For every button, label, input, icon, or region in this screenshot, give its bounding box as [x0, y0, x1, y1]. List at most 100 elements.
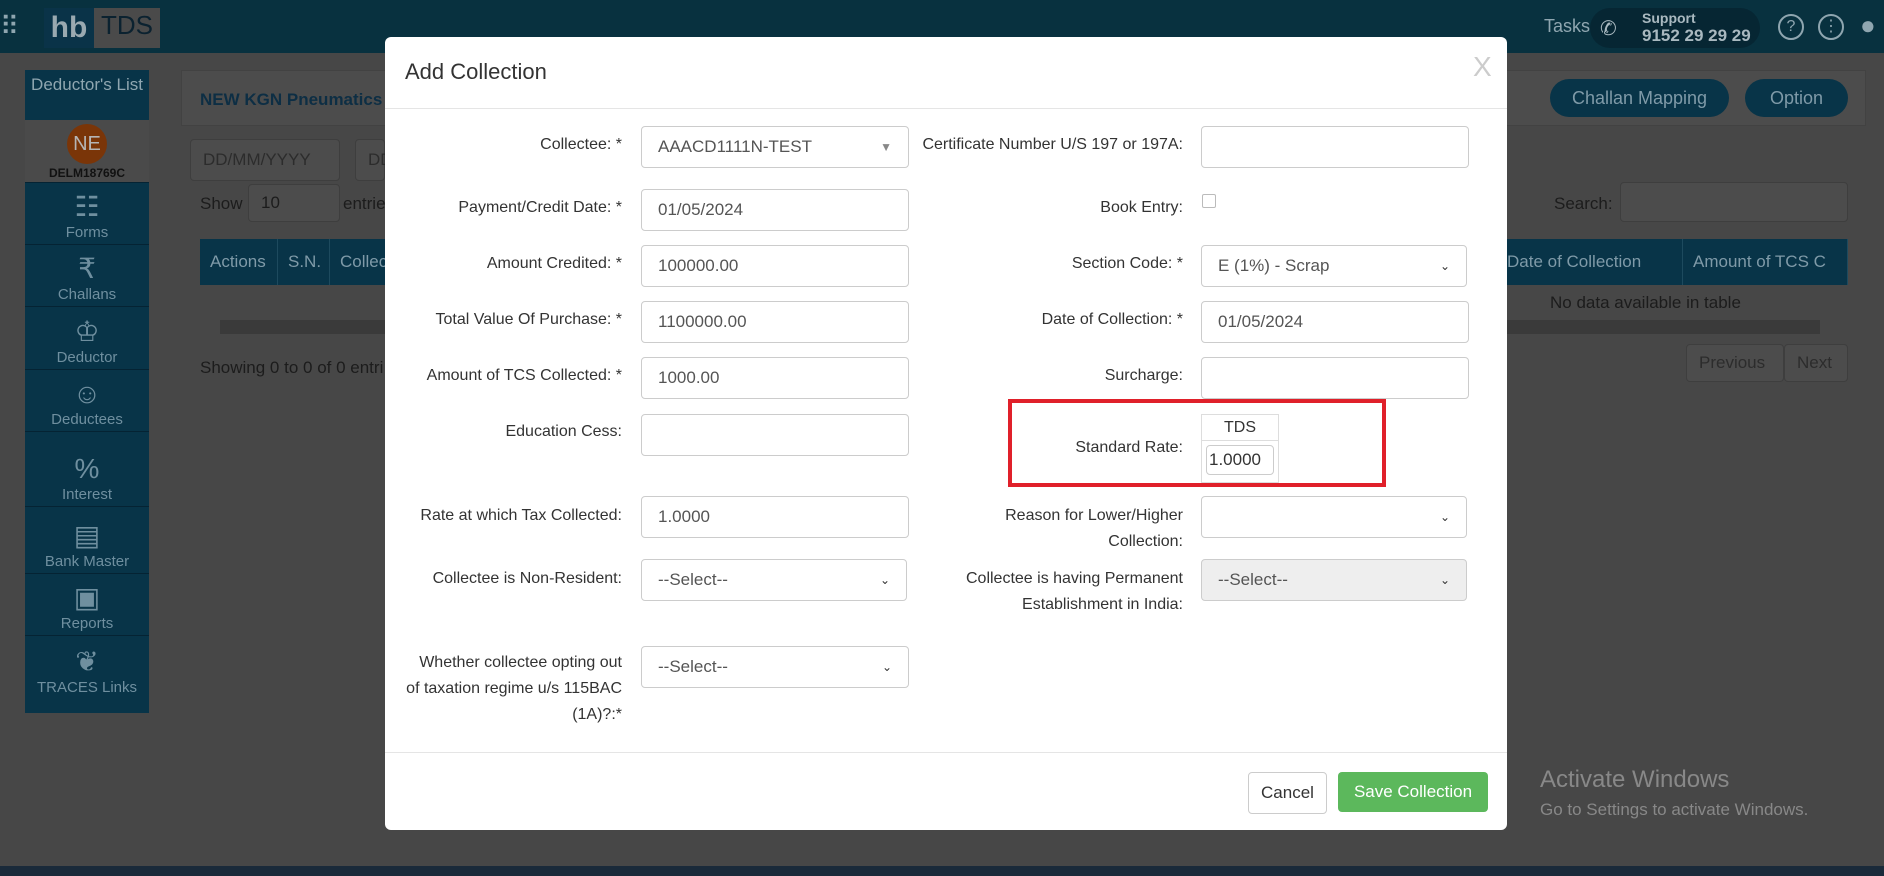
support-pill[interactable]: ✆ Support 9152 29 29 29 — [1590, 8, 1760, 48]
sidebar-item-label: Interest — [61, 486, 113, 503]
sidebar-item-bank-master[interactable]: ▤ Bank Master — [25, 506, 149, 573]
sidebar-item-interest[interactable]: % Interest — [25, 431, 149, 506]
more-vertical-icon[interactable]: ⋮ — [1818, 14, 1844, 40]
section-code-select[interactable]: E (1%) - Scrap ⌄ — [1201, 245, 1467, 287]
bank-icon: ▤ — [73, 520, 101, 551]
help-icon[interactable]: ? — [1778, 14, 1804, 40]
person-icon: ☺ — [72, 378, 102, 409]
surcharge-input[interactable] — [1201, 357, 1469, 399]
tasks-link[interactable]: Tasks — [1544, 16, 1590, 37]
empty-table-message: No data available in table — [1550, 293, 1741, 312]
previous-button[interactable]: Previous — [1686, 344, 1784, 382]
add-collection-modal: Add Collection X Collectee: * AAACD1111N… — [385, 37, 1507, 830]
logo[interactable]: hb TDS — [44, 8, 160, 48]
date-of-collection-input[interactable]: 01/05/2024 — [1201, 301, 1469, 343]
rate-collected-input[interactable]: 1.0000 — [641, 496, 909, 538]
permanent-establishment-label: Collectee is having Permanent Establishm… — [965, 570, 1183, 613]
collectee-label: Collectee: * — [540, 136, 622, 153]
apps-grid-icon[interactable]: ⠿ — [0, 12, 26, 40]
sidebar-item-label: Deductees — [51, 411, 123, 428]
surcharge-label: Surcharge: — [1104, 367, 1183, 384]
save-collection-button[interactable]: Save Collection — [1338, 772, 1488, 812]
column-date-of-collection[interactable]: Date of Collection — [1497, 239, 1683, 285]
activate-windows-title: Activate Windows — [1540, 766, 1730, 793]
clipboard-icon: ▣ — [73, 582, 101, 613]
chevron-down-icon: ⌄ — [881, 660, 892, 674]
book-entry-checkbox[interactable] — [1202, 194, 1216, 208]
sidebar-item-forms[interactable]: ☷ Forms — [25, 182, 149, 244]
challan-icon: ₹ — [78, 253, 96, 284]
sidebar-item-label: TRACES Links — [36, 679, 138, 696]
show-label: Show — [200, 194, 243, 213]
logo-tds: TDS — [94, 8, 160, 48]
collectee-combobox[interactable]: AAACD1111N-TEST ▼ — [641, 126, 909, 168]
collectee-value: AAACD1111N-TEST — [658, 137, 812, 156]
logo-hb: hb — [50, 11, 88, 44]
close-icon[interactable]: X — [1473, 51, 1492, 83]
column-actions[interactable]: Actions — [200, 239, 278, 285]
deductors-list-button[interactable]: Deductor's List — [25, 70, 149, 120]
phone-icon: ✆ — [1600, 18, 1617, 40]
section-code-label: Section Code: * — [1071, 255, 1183, 272]
sidebar-item-label: Deductor — [56, 349, 118, 366]
header-divider — [385, 108, 1507, 109]
showing-info: Showing 0 to 0 of 0 entri — [200, 358, 384, 377]
support-label: Support — [1642, 10, 1696, 26]
payment-date-label: Payment/Credit Date: * — [458, 199, 622, 216]
next-button[interactable]: Next — [1784, 344, 1848, 382]
activate-windows-subtitle: Go to Settings to activate Windows. — [1540, 800, 1809, 819]
entries-select[interactable]: 10 — [248, 184, 340, 222]
column-amount-of-tcs[interactable]: Amount of TCS C — [1683, 239, 1848, 285]
column-sn[interactable]: S.N. — [278, 239, 330, 285]
non-resident-value: --Select-- — [658, 570, 728, 589]
crown-icon: ♔ — [74, 316, 100, 347]
rate-collected-label: Rate at which Tax Collected: — [420, 507, 622, 524]
opting-out-select[interactable]: --Select-- ⌄ — [641, 646, 909, 688]
sidebar-item-reports[interactable]: ▣ Reports — [25, 573, 149, 635]
standard-rate-input[interactable]: 1.0000 — [1206, 445, 1274, 475]
option-button[interactable]: Option — [1745, 79, 1848, 117]
tcs-collected-label: Amount of TCS Collected: * — [426, 367, 622, 384]
sidebar-item-traces-links[interactable]: ❦ TRACES Links — [25, 635, 149, 699]
payment-date-input[interactable]: 01/05/2024 — [641, 189, 909, 231]
chevron-down-icon: ⌄ — [879, 573, 890, 587]
payment-date-value: 01/05/2024 — [658, 200, 744, 219]
cancel-button[interactable]: Cancel — [1248, 772, 1327, 814]
deductor-profile[interactable]: NE DELM18769C — [25, 120, 149, 182]
avatar: NE — [67, 124, 107, 164]
challan-mapping-button[interactable]: Challan Mapping — [1550, 79, 1729, 117]
footer-divider — [385, 752, 1507, 753]
taskbar — [0, 866, 1884, 876]
chevron-down-icon: ⌄ — [1439, 510, 1450, 524]
education-cess-label: Education Cess: — [505, 423, 622, 440]
sidebar-item-challans[interactable]: ₹ Challans — [25, 244, 149, 306]
to-date-input[interactable]: DD — [355, 139, 393, 181]
chevron-down-icon: ⌄ — [1439, 259, 1450, 273]
non-resident-select[interactable]: --Select-- ⌄ — [641, 559, 907, 601]
education-cess-input[interactable] — [641, 414, 909, 456]
reason-select[interactable]: ⌄ — [1201, 496, 1467, 538]
tcs-collected-input[interactable]: 1000.00 — [641, 357, 909, 399]
permanent-establishment-value: --Select-- — [1218, 570, 1288, 589]
standard-rate-table: TDS 1.0000 — [1201, 414, 1279, 483]
search-input[interactable] — [1620, 182, 1848, 222]
tds-column-header: TDS — [1202, 415, 1278, 441]
total-purchase-input[interactable]: 1100000.00 — [641, 301, 909, 343]
certificate-number-label: Certificate Number U/S 197 or 197A: — [922, 136, 1183, 153]
permanent-establishment-select[interactable]: --Select-- ⌄ — [1201, 559, 1467, 601]
support-phone: 9152 29 29 29 — [1642, 26, 1751, 45]
from-date-input[interactable]: DD/MM/YYYY — [190, 139, 340, 181]
section-code-value: E (1%) - Scrap — [1218, 256, 1330, 275]
certificate-number-input[interactable] — [1201, 126, 1469, 168]
date-of-collection-label: Date of Collection: * — [1041, 311, 1183, 328]
money-bag-icon: % — [74, 453, 100, 484]
traces-icon: ❦ — [75, 646, 99, 677]
sidebar-item-deductor[interactable]: ♔ Deductor — [25, 306, 149, 369]
amount-credited-input[interactable]: 100000.00 — [641, 245, 909, 287]
amount-credited-value: 100000.00 — [658, 256, 739, 275]
breadcrumb[interactable]: NEW KGN Pneumatics > — [200, 90, 397, 110]
total-purchase-value: 1100000.00 — [658, 312, 747, 331]
sidebar-item-deductees[interactable]: ☺ Deductees — [25, 369, 149, 431]
user-icon[interactable]: ● — [1860, 10, 1876, 41]
sidebar-item-label: Bank Master — [44, 553, 130, 570]
